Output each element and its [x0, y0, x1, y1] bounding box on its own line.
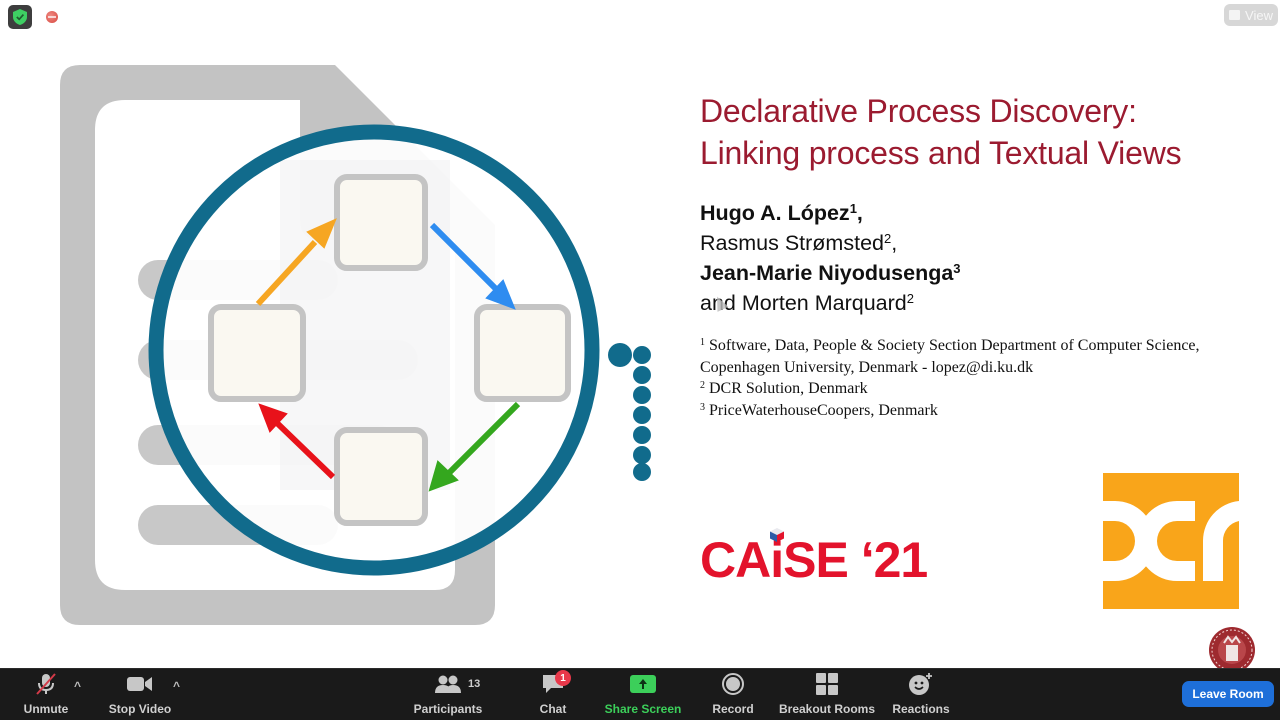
slide-title-line-1: Declarative Process Discovery: — [700, 93, 1137, 129]
participants-icon: 13 — [434, 669, 480, 699]
recording-indicator-icon — [46, 11, 58, 23]
stop-video-label: Stop Video — [108, 702, 172, 716]
record-icon — [721, 669, 745, 699]
share-screen-button[interactable]: Share Screen — [603, 669, 683, 721]
smiley-plus-icon — [908, 669, 934, 699]
view-label: View — [1245, 7, 1273, 23]
process-node-bottom — [334, 427, 428, 526]
breakout-rooms-button[interactable]: Breakout Rooms — [778, 669, 876, 721]
affiliation: Copenhagen University, Denmark - lopez@d… — [700, 358, 1034, 376]
dcr-logo — [1103, 473, 1239, 609]
magnifier-handle — [633, 346, 651, 481]
author-list: Hugo A. López1, Rasmus Strømsted2, Jean-… — [700, 198, 961, 318]
reactions-button[interactable]: Reactions — [892, 669, 950, 721]
dcr-logo-mark — [1103, 501, 1239, 581]
record-button[interactable]: Record — [710, 669, 756, 721]
reactions-label: Reactions — [892, 702, 950, 716]
slide-title-line-2: Linking process and Textual Views — [700, 135, 1182, 171]
cube-icon — [770, 528, 784, 542]
unmute-button[interactable]: Unmute — [14, 669, 78, 721]
author: Jean-Marie Niyodusenga3 — [700, 261, 961, 285]
affiliation-list: 1 Software, Data, People & Society Secti… — [700, 335, 1200, 421]
process-node-top — [334, 174, 428, 271]
breakout-rooms-grid-icon — [816, 669, 838, 699]
muted-microphone-icon — [34, 669, 58, 699]
video-camera-icon — [127, 669, 153, 699]
share-screen-label: Share Screen — [604, 702, 682, 716]
affiliation: 1 Software, Data, People & Society Secti… — [700, 337, 1200, 354]
leave-room-button[interactable]: Leave Room — [1182, 681, 1274, 707]
view-grid-icon — [1229, 10, 1241, 20]
process-discovery-illustration — [60, 65, 651, 625]
security-shield-icon[interactable] — [8, 5, 32, 29]
slide-title: Declarative Process Discovery: Linking p… — [700, 90, 1182, 174]
breakout-rooms-label: Breakout Rooms — [778, 702, 876, 716]
process-node-right — [474, 304, 571, 402]
author: Rasmus Strømsted2, — [700, 231, 898, 255]
caise-logo-text: CAiSE ‘21 — [700, 532, 928, 588]
shared-screen: View Declarative Process Discovery: Link… — [0, 0, 1280, 673]
meeting-toolbar: Unmute ^ Stop Video ^ 13 Participants 1 … — [0, 668, 1280, 720]
share-screen-icon — [630, 669, 656, 699]
unmute-label: Unmute — [23, 702, 69, 716]
author: Hugo A. López1, — [700, 201, 863, 225]
chat-unread-badge: 1 — [555, 670, 571, 686]
affiliation: 2 DCR Solution, Denmark — [700, 380, 868, 397]
record-label: Record — [712, 702, 754, 716]
affiliation: 3 PriceWaterhouseCoopers, Denmark — [700, 401, 938, 419]
author: and Morten Marquard2 — [700, 291, 914, 315]
university-seal-logo — [1209, 627, 1255, 673]
participants-label: Participants — [413, 702, 483, 716]
audio-options-caret-icon[interactable]: ^ — [74, 679, 81, 693]
participants-count: 13 — [468, 678, 481, 690]
video-options-caret-icon[interactable]: ^ — [173, 679, 180, 693]
process-node-left — [208, 304, 306, 402]
chat-bubble-icon: 1 — [541, 669, 571, 699]
stop-video-button[interactable]: Stop Video — [102, 669, 178, 721]
view-button[interactable]: View — [1224, 4, 1278, 26]
chat-label: Chat — [539, 702, 567, 716]
participants-button[interactable]: 13 Participants — [412, 669, 484, 721]
chat-button[interactable]: 1 Chat — [533, 669, 573, 721]
